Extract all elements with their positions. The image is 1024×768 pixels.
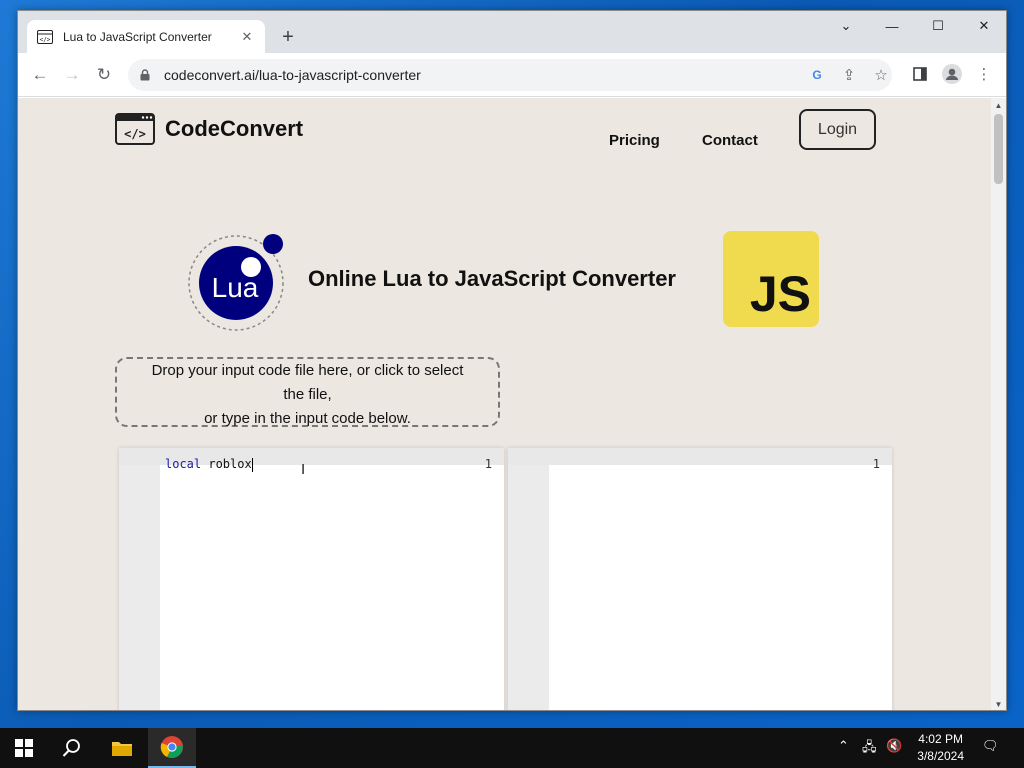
chrome-taskbar-icon[interactable]: [148, 728, 196, 768]
notifications-icon[interactable]: 🗨: [982, 738, 999, 754]
address-bar[interactable]: codeconvert.ai/lua-to-javascript-convert…: [128, 59, 892, 91]
code-favicon-icon: </>: [37, 29, 53, 45]
url-text: codeconvert.ai/lua-to-javascript-convert…: [164, 67, 421, 83]
code-text: roblox: [201, 457, 252, 471]
brand[interactable]: </> CodeConvert: [115, 113, 303, 145]
profile-avatar-icon[interactable]: [941, 63, 963, 85]
svg-text:</>: </>: [40, 36, 51, 43]
output-line-number: 1: [872, 457, 880, 471]
menu-dots-icon[interactable]: ⋮: [973, 63, 995, 85]
bookmark-star-icon[interactable]: ☆: [872, 66, 890, 84]
reload-icon[interactable]: ↻: [91, 62, 117, 88]
page-viewport: </> CodeConvert Pricing Contact Login Lu…: [18, 98, 993, 710]
back-arrow-icon[interactable]: ←: [27, 62, 53, 88]
new-tab-icon[interactable]: +: [276, 25, 300, 49]
lock-icon: [140, 68, 154, 82]
tab-close-icon[interactable]: ✕: [239, 29, 255, 45]
brand-name: CodeConvert: [165, 116, 304, 141]
nav-pricing-link[interactable]: Pricing: [609, 132, 660, 149]
output-code-editor[interactable]: 1: [508, 448, 892, 710]
show-hidden-icons-icon[interactable]: ⌃: [838, 738, 849, 754]
output-active-line: [508, 448, 892, 465]
file-dropzone[interactable]: Drop your input code file here, or click…: [115, 357, 500, 427]
page-title: Online Lua to JavaScript Converter: [308, 266, 676, 291]
forward-arrow-icon[interactable]: →: [59, 62, 85, 88]
maximize-icon[interactable]: ☐: [915, 11, 961, 41]
dropzone-line-1: Drop your input code file here, or click…: [151, 362, 464, 379]
clock-time: 4:02 PM: [918, 732, 963, 746]
title-bar: </> Lua to JavaScript Converter ✕ + ⌄ — …: [18, 11, 1006, 53]
text-cursor-icon: I: [301, 461, 306, 478]
input-code-editor[interactable]: 1 local roblox: [119, 448, 504, 710]
nav-contact-link[interactable]: Contact: [702, 132, 758, 149]
close-icon[interactable]: ✕: [961, 11, 1006, 41]
svg-text:</>: </>: [124, 127, 146, 141]
output-gutter: [508, 448, 549, 710]
side-panel-icon[interactable]: [909, 63, 931, 85]
share-icon[interactable]: ⇪: [840, 66, 858, 84]
system-clock[interactable]: 4:02 PM 3/8/2024: [917, 731, 964, 765]
svg-text:G: G: [812, 68, 821, 82]
javascript-logo: JS: [723, 231, 819, 327]
code-logo-icon: </>: [115, 113, 155, 145]
browser-tab[interactable]: </> Lua to JavaScript Converter ✕: [27, 20, 265, 53]
file-explorer-icon[interactable]: [98, 728, 146, 768]
search-icon[interactable]: [48, 728, 96, 768]
browser-toolbar: ← → ↻ codeconvert.ai/lua-to-javascript-c…: [18, 53, 1006, 97]
text-caret: [251, 457, 253, 472]
tab-title: Lua to JavaScript Converter: [63, 29, 212, 44]
browser-window: </> Lua to JavaScript Converter ✕ + ⌄ — …: [17, 10, 1007, 711]
network-icon[interactable]: 🖧: [862, 738, 877, 760]
page-scrollbar[interactable]: ▲ ▼: [991, 98, 1006, 710]
login-button[interactable]: Login: [799, 109, 876, 150]
input-code-line[interactable]: local roblox: [165, 457, 253, 472]
volume-muted-icon[interactable]: 🔇: [886, 738, 902, 754]
dropzone-line-2: the file,: [283, 386, 332, 403]
code-keyword: local: [165, 457, 202, 471]
dropzone-line-3: or type in the input code below.: [204, 410, 411, 427]
start-windows-icon[interactable]: [0, 728, 48, 768]
scroll-thumb[interactable]: [994, 114, 1003, 184]
clock-date: 3/8/2024: [917, 749, 964, 763]
scroll-up-icon[interactable]: ▲: [994, 101, 1003, 110]
windows-taskbar: ⌃ 🖧 🔇 4:02 PM 3/8/2024 🗨: [0, 728, 1024, 768]
input-line-number: 1: [484, 457, 492, 471]
lua-logo: Lua: [188, 234, 284, 331]
google-translate-icon[interactable]: G: [808, 66, 826, 84]
minimize-icon[interactable]: —: [869, 11, 915, 41]
input-gutter: [119, 448, 160, 710]
tab-search-icon[interactable]: ⌄: [823, 11, 869, 41]
lua-logo-text: Lua: [212, 272, 259, 303]
scroll-down-icon[interactable]: ▼: [994, 700, 1003, 709]
